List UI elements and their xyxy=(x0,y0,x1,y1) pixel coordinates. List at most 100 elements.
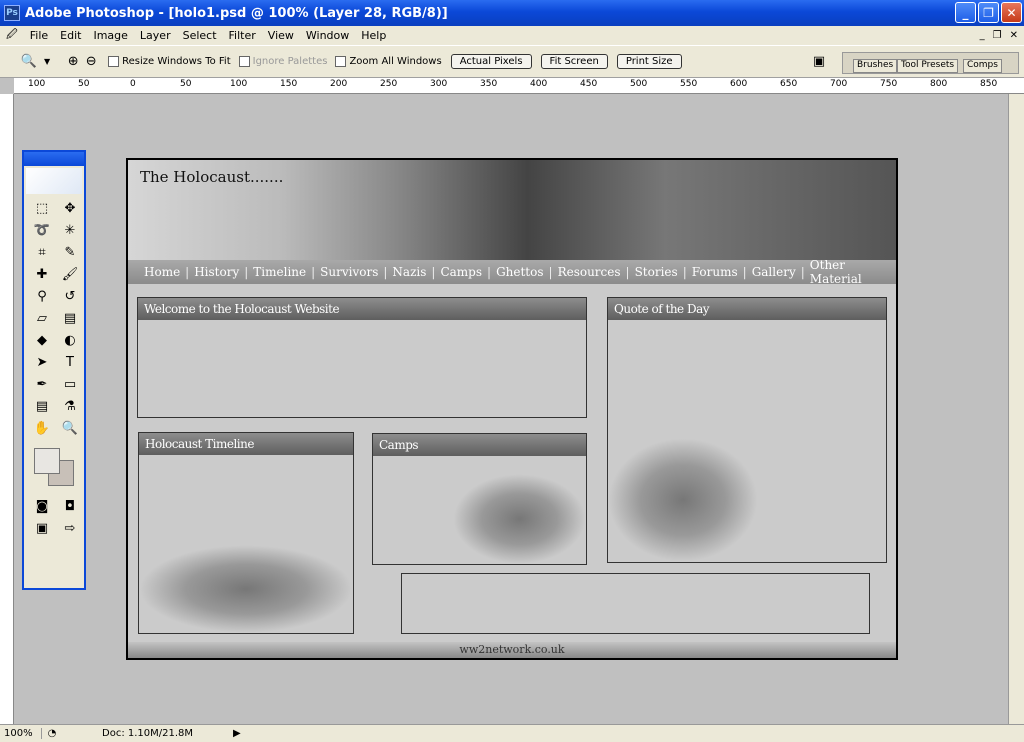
menu-filter[interactable]: Filter xyxy=(223,29,262,42)
welcome-heading: Welcome to the Holocaust Website xyxy=(138,298,586,320)
slice-tool-icon[interactable]: ✎ xyxy=(58,242,82,262)
nav-survivors[interactable]: Survivors xyxy=(320,265,378,279)
canvas-document[interactable]: The Holocaust....... Home | History | Time… xyxy=(126,158,898,660)
nav-ghettos[interactable]: Ghettos xyxy=(496,265,543,279)
marquee-tool-icon[interactable]: ⬚ xyxy=(30,198,54,218)
fit-screen-button[interactable]: Fit Screen xyxy=(540,54,608,69)
resize-windows-checkbox[interactable]: Resize Windows To Fit xyxy=(108,56,231,67)
tab-brushes[interactable]: Brushes xyxy=(853,59,898,73)
title-bar: Ps Adobe Photoshop - [holo1.psd @ 100% (… xyxy=(0,0,1024,26)
status-arrow-icon[interactable]: ▶ xyxy=(233,728,241,739)
menu-view[interactable]: View xyxy=(262,29,300,42)
actual-pixels-button[interactable]: Actual Pixels xyxy=(450,54,532,69)
zoom-tool-icon[interactable]: 🔍 xyxy=(20,53,38,71)
toolbox-titlebar[interactable] xyxy=(24,152,84,166)
nav-gallery[interactable]: Gallery xyxy=(752,265,796,279)
vertical-scrollbar[interactable] xyxy=(1008,94,1024,724)
doc-restore-button[interactable]: ❐ xyxy=(993,30,1002,41)
camps-photo xyxy=(453,474,586,564)
zoom-out-icon[interactable]: ⊖ xyxy=(82,53,100,71)
bottom-content-box xyxy=(401,573,870,634)
close-button[interactable]: ✕ xyxy=(1001,2,1022,23)
welcome-panel: Welcome to the Holocaust Website xyxy=(137,297,587,418)
nav-forums[interactable]: Forums xyxy=(692,265,738,279)
window-title: Adobe Photoshop - [holo1.psd @ 100% (Lay… xyxy=(25,5,448,21)
shape-tool-icon[interactable]: ▭ xyxy=(58,374,82,394)
timeline-panel: Holocaust Timeline xyxy=(138,432,354,634)
nav-timeline[interactable]: Timeline xyxy=(253,265,306,279)
timeline-photo xyxy=(139,545,353,633)
menu-file[interactable]: File xyxy=(24,29,54,42)
nav-home[interactable]: Home xyxy=(144,265,180,279)
nav-other-material[interactable]: Other Material xyxy=(810,258,896,286)
move-tool-icon[interactable]: ✥ xyxy=(58,198,82,218)
status-menu-icon[interactable]: ◔ xyxy=(42,728,62,739)
horizontal-ruler: 100 50 0 50 100 150 200 250 300 350 400 … xyxy=(14,78,1024,94)
banner-image: The Holocaust....... xyxy=(128,160,896,260)
type-tool-icon[interactable]: T xyxy=(58,352,82,372)
doc-minimize-button[interactable]: _ xyxy=(980,30,985,41)
history-brush-icon[interactable]: ↺ xyxy=(58,286,82,306)
magic-wand-icon[interactable]: ✳ xyxy=(58,220,82,240)
zoom-all-windows-checkbox[interactable]: Zoom All Windows xyxy=(335,56,442,67)
standard-mode-icon[interactable]: ◙ xyxy=(30,496,54,516)
doc-close-button[interactable]: ✕ xyxy=(1010,30,1018,41)
menu-edit[interactable]: Edit xyxy=(54,29,87,42)
nav-resources[interactable]: Resources xyxy=(558,265,621,279)
menu-window[interactable]: Window xyxy=(300,29,355,42)
gradient-tool-icon[interactable]: ▤ xyxy=(58,308,82,328)
nav-nazis[interactable]: Nazis xyxy=(392,265,426,279)
nav-stories[interactable]: Stories xyxy=(635,265,678,279)
menu-help[interactable]: Help xyxy=(355,29,392,42)
tab-comps[interactable]: Comps xyxy=(963,59,1002,73)
hand-tool-icon[interactable]: ✋ xyxy=(30,418,54,438)
tab-tool-presets[interactable]: Tool Presets xyxy=(897,59,959,73)
site-footer: ww2network.co.uk xyxy=(128,642,896,658)
site-title: The Holocaust....... xyxy=(140,168,284,186)
ps-doc-icon[interactable]: 🖉 xyxy=(0,26,24,45)
toolbox-palette: ⬚ ✥ ➰ ✳ ⌗ ✎ ✚ 🖌 ⚲ ↺ ▱ ▤ ◆ ◐ ➤ T ✒ ▭ ▤ ⚗ … xyxy=(22,150,86,590)
zoom-in-icon[interactable]: ⊕ xyxy=(64,53,82,71)
nav-history[interactable]: History xyxy=(194,265,239,279)
minimize-button[interactable]: _ xyxy=(955,2,976,23)
status-bar: 100% ◔ Doc: 1.10M/21.8M ▶ xyxy=(0,724,1024,742)
quick-mask-icon[interactable]: ◘ xyxy=(58,496,82,516)
eraser-tool-icon[interactable]: ▱ xyxy=(30,308,54,328)
nav-camps[interactable]: Camps xyxy=(440,265,482,279)
lasso-tool-icon[interactable]: ➰ xyxy=(30,220,54,240)
options-bar: 🔍 ▼ ⊕ ⊖ Resize Windows To Fit Ignore Pal… xyxy=(0,45,1024,78)
timeline-heading: Holocaust Timeline xyxy=(139,433,353,455)
notes-tool-icon[interactable]: ▤ xyxy=(30,396,54,416)
quote-panel: Quote of the Day xyxy=(607,297,887,563)
color-swatches[interactable] xyxy=(30,444,80,490)
menu-bar: 🖉 File Edit Image Layer Select Filter Vi… xyxy=(0,26,1024,45)
feather-logo-icon[interactable] xyxy=(26,168,82,194)
restore-button[interactable]: ❐ xyxy=(978,2,999,23)
healing-brush-icon[interactable]: ✚ xyxy=(30,264,54,284)
dodge-tool-icon[interactable]: ◐ xyxy=(58,330,82,350)
crop-tool-icon[interactable]: ⌗ xyxy=(30,242,54,262)
menu-image[interactable]: Image xyxy=(87,29,133,42)
palette-toggle-icon[interactable]: ▣ xyxy=(810,53,828,71)
zoom-level[interactable]: 100% xyxy=(0,728,42,739)
path-selection-icon[interactable]: ➤ xyxy=(30,352,54,372)
blur-tool-icon[interactable]: ◆ xyxy=(30,330,54,350)
clone-stamp-icon[interactable]: ⚲ xyxy=(30,286,54,306)
zoom-tool-icon[interactable]: 🔍 xyxy=(58,418,82,438)
menu-layer[interactable]: Layer xyxy=(134,29,177,42)
print-size-button[interactable]: Print Size xyxy=(616,54,682,69)
site-nav: Home | History | Timeline | Survivors | Nazi… xyxy=(128,258,896,286)
eyedropper-icon[interactable]: ⚗ xyxy=(58,396,82,416)
screen-mode-icon[interactable]: ▣ xyxy=(30,518,54,538)
quote-photo xyxy=(608,438,758,562)
pen-tool-icon[interactable]: ✒ xyxy=(30,374,54,394)
ignore-palettes-checkbox: Ignore Palettes xyxy=(238,56,327,67)
quote-heading: Quote of the Day xyxy=(608,298,886,320)
vertical-ruler xyxy=(0,94,14,724)
menu-select[interactable]: Select xyxy=(177,29,223,42)
tool-preset-arrow-icon[interactable]: ▼ xyxy=(44,57,50,66)
camps-panel: Camps xyxy=(372,433,587,565)
imageready-icon[interactable]: ⇨ xyxy=(58,518,82,538)
brush-tool-icon[interactable]: 🖌 xyxy=(58,264,82,284)
foreground-color-swatch[interactable] xyxy=(34,448,60,474)
